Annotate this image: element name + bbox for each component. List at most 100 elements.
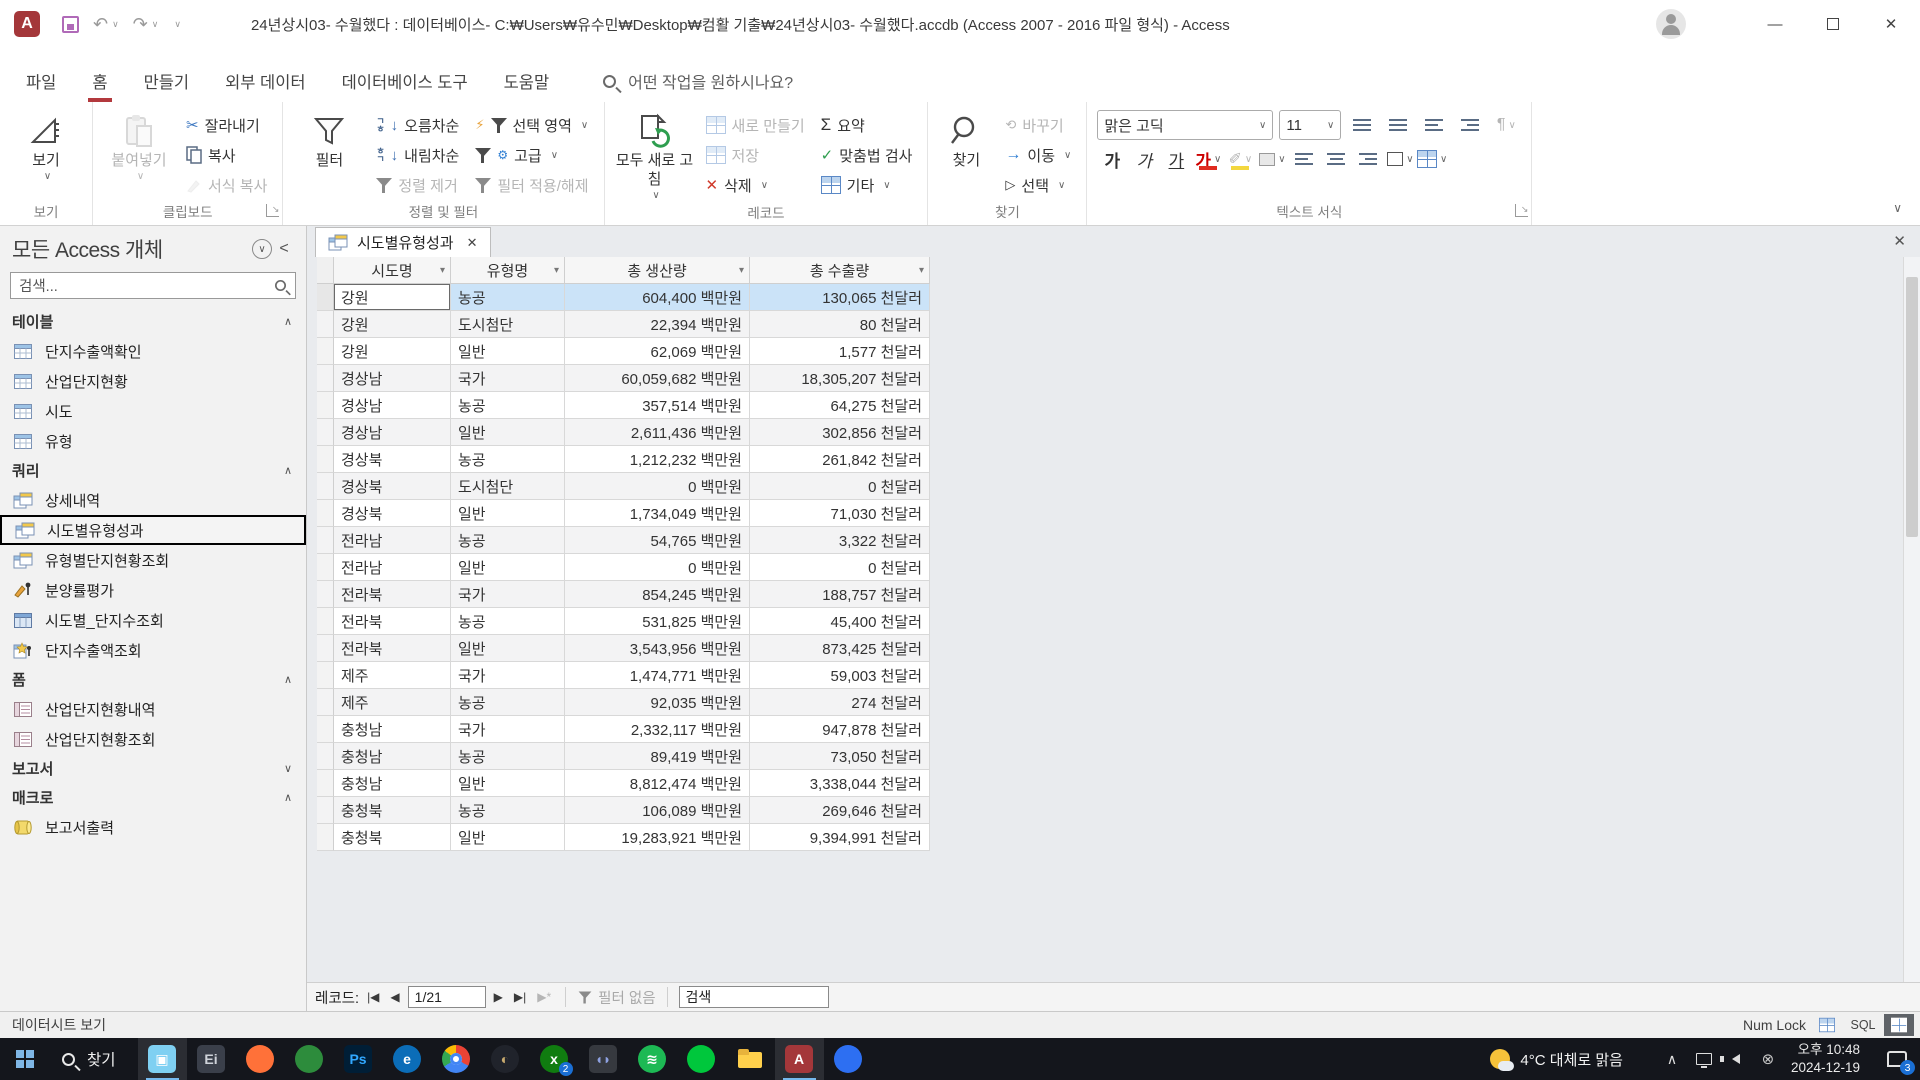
column-header-유형명[interactable]: 유형명 ▾ [451,257,565,284]
go-to-button[interactable]: → 이동 ∨ [998,140,1078,170]
cell[interactable]: 22,394 백만원 [565,311,750,338]
nav-item-산업단지현황[interactable]: 산업단지현황 [0,366,306,396]
cell[interactable]: 60,059,682 백만원 [565,365,750,392]
cell[interactable]: 농공 [451,608,565,635]
ribbon-tab-외부 데이터[interactable]: 외부 데이터 [207,60,323,102]
cell[interactable]: 80 천달러 [750,311,930,338]
cell[interactable]: 충청남 [334,716,451,743]
font-name-combo[interactable]: 맑은 고딕 ∨ [1097,110,1274,140]
paste-button[interactable]: 붙여넣기 ∨ [101,110,177,183]
cell[interactable]: 국가 [451,365,565,392]
tray-chevron-up-icon[interactable]: ∧ [1663,1051,1681,1068]
remove-sort-button[interactable]: 정렬 제거 [369,170,466,200]
undo-icon[interactable]: ↶ [93,14,108,35]
cell[interactable]: 도시첨단 [451,473,565,500]
taskbar-clock[interactable]: 오후 10:48 2024-12-19 [1791,1041,1874,1076]
row-selector[interactable] [317,581,334,608]
ribbon-tab-홈[interactable]: 홈 [74,60,125,102]
start-button[interactable] [0,1038,50,1080]
cell[interactable]: 도시첨단 [451,311,565,338]
new-record-button[interactable]: 새로 만들기 [699,110,812,140]
tray-network-icon[interactable] [1695,1053,1713,1068]
no-filter-icon[interactable] [578,991,592,1003]
nav-item-보고서출력[interactable]: 보고서출력 [0,812,306,842]
cell[interactable]: 0 백만원 [565,473,750,500]
customize-qat-icon[interactable]: ∨ [174,19,181,30]
cell[interactable]: 2,611,436 백만원 [565,419,750,446]
cell[interactable]: 269,646 천달러 [750,797,930,824]
more-button[interactable]: 기타 ∨ [814,170,920,200]
nav-item-산업단지현황내역[interactable]: 산업단지현황내역 [0,694,306,724]
ribbon-tab-데이터베이스 도구[interactable]: 데이터베이스 도구 [324,60,486,102]
sql-view-button[interactable]: SQL [1848,1014,1878,1036]
replace-button[interactable]: ⟲ 바꾸기 [998,110,1078,140]
cell[interactable]: 농공 [451,446,565,473]
last-record-icon[interactable]: ▶| [511,990,529,1004]
align-center-button[interactable] [1321,145,1351,173]
taskbar-app-firefox-browser[interactable] [236,1038,285,1080]
cell[interactable]: 농공 [451,689,565,716]
row-selector[interactable] [317,662,334,689]
weather-widget[interactable]: 4°C 대체로 맑음 [1490,1049,1649,1071]
italic-button[interactable]: 가 [1129,145,1159,173]
cell[interactable]: 947,878 천달러 [750,716,930,743]
cell[interactable]: 일반 [451,419,565,446]
refresh-all-button[interactable]: 모두 새로 고침 ∨ [613,110,697,202]
cell[interactable]: 274 천달러 [750,689,930,716]
row-selector[interactable] [317,338,334,365]
redo-chevron-icon[interactable]: ∨ [152,19,159,30]
row-selector[interactable] [317,743,334,770]
row-selector[interactable] [317,770,334,797]
cell[interactable]: 71,030 천달러 [750,500,930,527]
row-selector[interactable] [317,473,334,500]
cell[interactable]: 9,394,991 천달러 [750,824,930,851]
taskbar-app-whale-browser[interactable] [824,1038,873,1080]
cell[interactable]: 604,400 백만원 [565,284,750,311]
cell[interactable]: 3,543,956 백만원 [565,635,750,662]
cell[interactable]: 전라남 [334,554,451,581]
row-selector[interactable] [317,284,334,311]
toggle-filter-button[interactable]: 필터 적용/해제 [468,170,595,200]
cell[interactable]: 1,212,232 백만원 [565,446,750,473]
new-blank-record-icon[interactable]: ▶* [534,990,554,1004]
cell[interactable]: 3,322 천달러 [750,527,930,554]
cell[interactable]: 충청북 [334,797,451,824]
undo-chevron-icon[interactable]: ∨ [112,19,119,30]
cell[interactable]: 54,765 백만원 [565,527,750,554]
view-button[interactable]: 보기 ∨ [8,110,84,183]
nav-item-단지수출액확인[interactable]: 단지수출액확인 [0,336,306,366]
cell[interactable]: 일반 [451,770,565,797]
nav-item-단지수출액조회[interactable]: 단지수출액조회 [0,635,306,665]
format-painter-button[interactable]: 서식 복사 [179,170,274,200]
nav-item-유형[interactable]: 유형 [0,426,306,456]
clipboard-dialog-launcher-icon[interactable]: ↘ [266,204,280,217]
delete-record-button[interactable]: ✕ 삭제 ∨ [699,170,812,200]
selection-button[interactable]: ⚡ 선택 영역 ∨ [468,110,595,140]
document-tab[interactable]: 시도별유형성과 ✕ [315,227,491,257]
cell[interactable]: 국가 [451,662,565,689]
cell[interactable]: 854,245 백만원 [565,581,750,608]
cell[interactable]: 873,425 천달러 [750,635,930,662]
cell[interactable]: 농공 [451,284,565,311]
save-record-button[interactable]: 저장 [699,140,812,170]
row-selector[interactable] [317,311,334,338]
cell[interactable]: 농공 [451,527,565,554]
cell[interactable]: 전라남 [334,527,451,554]
cell[interactable]: 경상남 [334,392,451,419]
taskbar-app-access[interactable]: A [774,1038,824,1080]
nav-pane-search-input[interactable]: 검색... [10,272,296,299]
find-button[interactable]: 찾기 [936,110,996,171]
spelling-button[interactable]: ✓ 맞춤법 검사 [814,140,920,170]
select-button[interactable]: ▷ 선택 ∨ [998,170,1078,200]
row-selector[interactable] [317,527,334,554]
background-color-button[interactable]: ∨ [1257,145,1287,173]
nav-section-쿼리[interactable]: 쿼리 ∧ [0,456,306,485]
cell[interactable]: 3,338,044 천달러 [750,770,930,797]
cell[interactable]: 강원 [334,311,451,338]
cell[interactable]: 92,035 백만원 [565,689,750,716]
cell[interactable]: 19,283,921 백만원 [565,824,750,851]
row-selector[interactable] [317,419,334,446]
tray-antivirus-icon[interactable]: ⊗ [1759,1050,1777,1068]
taskbar-app-mail-app[interactable]: e [383,1038,432,1080]
cell[interactable]: 8,812,474 백만원 [565,770,750,797]
